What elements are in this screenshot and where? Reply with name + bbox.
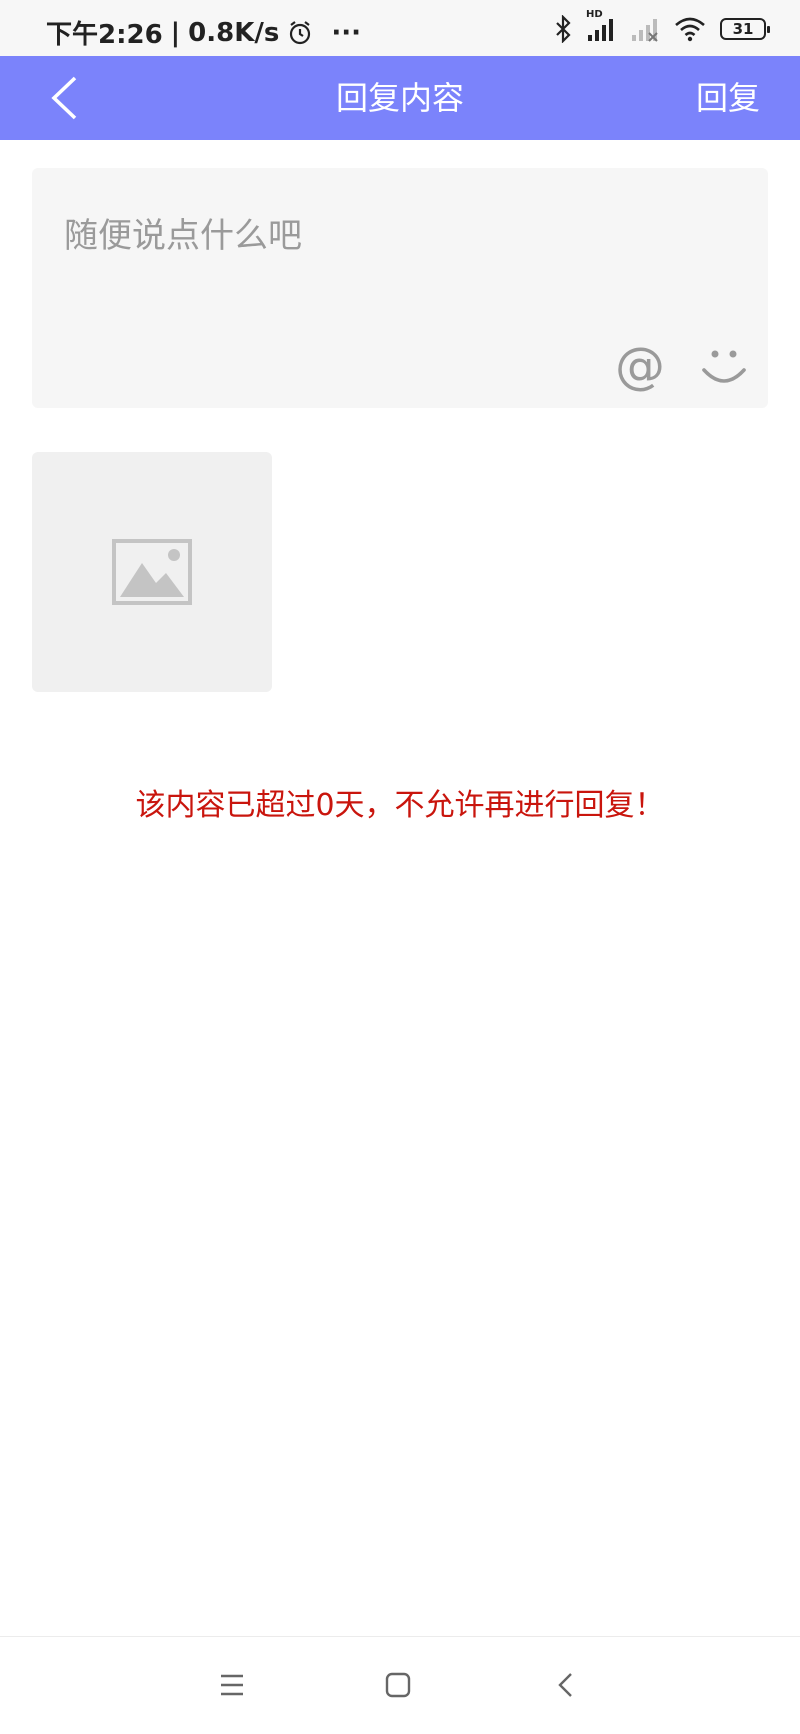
cell-signal-icon: HD bbox=[586, 9, 616, 43]
alarm-icon bbox=[287, 20, 313, 46]
hd-label: HD bbox=[586, 9, 603, 20]
reply-submit-button[interactable]: 回复 bbox=[696, 56, 760, 140]
mention-button[interactable]: @ bbox=[612, 338, 668, 394]
image-placeholder-icon bbox=[112, 539, 192, 605]
cell-signal-2-icon bbox=[630, 15, 660, 43]
smile-icon bbox=[696, 338, 752, 394]
back-icon bbox=[557, 1671, 575, 1699]
network-speed: 0.8K/s bbox=[188, 17, 280, 48]
wifi-icon bbox=[674, 16, 706, 42]
more-dots: ··· bbox=[331, 17, 361, 48]
system-back-button[interactable] bbox=[546, 1665, 586, 1705]
page-title: 回复内容 bbox=[335, 79, 464, 117]
status-time: 下午2:26 bbox=[46, 20, 163, 50]
bluetooth-icon bbox=[554, 15, 572, 43]
status-divider: | bbox=[170, 17, 181, 48]
status-right: HD 31 bbox=[554, 9, 770, 44]
reply-text-input[interactable] bbox=[32, 168, 768, 348]
home-icon bbox=[385, 1672, 411, 1698]
add-image-button[interactable] bbox=[32, 452, 272, 692]
header-bar: 回复内容 回复 bbox=[0, 56, 800, 140]
battery-level: 31 bbox=[732, 20, 754, 38]
status-bar: 下午2:26 | 0.8K/s ··· HD 31 bbox=[0, 0, 800, 56]
menu-button[interactable] bbox=[212, 1665, 252, 1705]
home-button[interactable] bbox=[378, 1665, 418, 1705]
battery-icon: 31 bbox=[720, 18, 770, 40]
reply-composer: @ bbox=[32, 168, 768, 408]
emoji-button[interactable] bbox=[696, 338, 752, 394]
menu-icon bbox=[219, 1673, 245, 1697]
system-nav-bar bbox=[0, 1636, 800, 1734]
status-left: 下午2:26 | 0.8K/s ··· bbox=[46, 14, 361, 51]
reply-disabled-notice: 该内容已超过0天，不允许再进行回复！ bbox=[135, 788, 665, 823]
